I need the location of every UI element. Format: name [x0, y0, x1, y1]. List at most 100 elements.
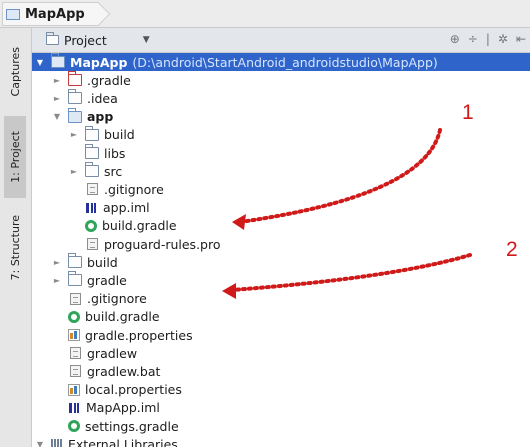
- iml-icon: [68, 402, 81, 414]
- tree-item-label: libs: [104, 145, 126, 161]
- tab-captures-label: Captures: [8, 47, 22, 97]
- project-panel-header: Project ▼ ⊕ ÷ | ✲ ⇤: [32, 28, 530, 53]
- tool-window-strip: Captures 1: Project 7: Structure: [0, 28, 32, 447]
- tree-row[interactable]: libs: [32, 144, 530, 162]
- tree-item-label: proguard-rules.pro: [104, 236, 221, 252]
- tree-item-label: gradlew: [87, 345, 138, 361]
- tree-row[interactable]: local.properties: [32, 381, 530, 399]
- folder-icon: [67, 253, 82, 269]
- tree-row[interactable]: proguard-rules.pro: [32, 235, 530, 253]
- folder-icon: [67, 89, 82, 105]
- collapse-arrow-icon[interactable]: ►: [69, 130, 79, 139]
- tree-item-label: app: [87, 109, 114, 125]
- separator-icon: |: [485, 32, 490, 46]
- tree-item-label: .gitignore: [104, 181, 164, 197]
- tree-row[interactable]: MapApp.iml: [32, 399, 530, 417]
- tree-item-label: .gradle: [87, 72, 131, 88]
- chevron-down-icon: ▼: [142, 35, 150, 45]
- expand-arrow-icon[interactable]: ▼: [52, 112, 62, 121]
- tree-row[interactable]: ► .idea: [32, 89, 530, 107]
- tree-item-label: .idea: [87, 90, 118, 106]
- tree-row[interactable]: ▼ MapApp (D:\android\StartAndroid_androids…: [32, 53, 530, 71]
- annotation-label-2: 2: [506, 238, 518, 261]
- file-icon: [70, 365, 81, 378]
- collapse-arrow-icon[interactable]: ►: [52, 76, 62, 85]
- project-view-icon: [45, 32, 59, 45]
- tree-item-label: settings.gradle: [85, 418, 179, 434]
- tab-structure-label: 7: Structure: [8, 215, 22, 281]
- iml-icon: [85, 202, 98, 214]
- tree-row[interactable]: build.gradle: [32, 308, 530, 326]
- view-selector-label: Project: [64, 32, 107, 48]
- project-path-label: (D:\android\StartAndroid_androidstudio\M…: [132, 54, 438, 70]
- tree-row[interactable]: ► .gradle: [32, 71, 530, 89]
- scroll-from-source-icon[interactable]: ⊕: [450, 32, 460, 46]
- hide-icon[interactable]: ⇤: [516, 32, 526, 46]
- gear-icon[interactable]: ✲: [498, 32, 508, 46]
- tree-row[interactable]: gradlew.bat: [32, 362, 530, 380]
- tree-item-label: build.gradle: [85, 309, 160, 325]
- tree-item-label: build: [104, 127, 135, 143]
- module-folder-icon: [6, 8, 20, 20]
- tree-item-label: local.properties: [85, 382, 182, 398]
- breadcrumb-label: MapApp: [25, 6, 85, 22]
- tree-row[interactable]: ► src: [32, 162, 530, 180]
- tree-item-label: gradle.properties: [85, 327, 193, 343]
- tree-item-label: build.gradle: [102, 218, 177, 234]
- tree-row[interactable]: gradlew: [32, 344, 530, 362]
- tree-item-label: .gitignore: [87, 291, 147, 307]
- breadcrumb-project[interactable]: MapApp: [2, 2, 99, 26]
- navigation-bar: MapApp: [0, 0, 530, 28]
- file-icon: [70, 347, 81, 360]
- module-folder-icon: [67, 107, 82, 123]
- props-icon: [68, 329, 80, 341]
- folder-red-icon: [67, 71, 82, 87]
- tree-row[interactable]: ▼ app: [32, 107, 530, 126]
- tree-item-label: build: [87, 254, 118, 270]
- panel-toolbar: ⊕ ÷ | ✲ ⇤: [450, 32, 526, 46]
- gradle-icon: [68, 310, 80, 323]
- tab-project[interactable]: 1: Project: [4, 116, 26, 198]
- tree-item-label: MapApp.iml: [86, 400, 160, 416]
- tree-row[interactable]: gradle.properties: [32, 326, 530, 344]
- project-tree: ▼ MapApp (D:\android\StartAndroid_androids…: [32, 53, 530, 447]
- tree-row[interactable]: .gitignore: [32, 180, 530, 198]
- tree-item-label: External Libraries: [68, 436, 178, 447]
- props-icon: [68, 383, 80, 396]
- collapse-all-icon[interactable]: ÷: [468, 32, 478, 46]
- gradle-icon: [85, 219, 97, 232]
- tree-row[interactable]: ▼ External Libraries: [32, 435, 530, 447]
- file-icon: [70, 292, 81, 305]
- tree-item-label: src: [104, 163, 123, 179]
- gradle-icon: [68, 420, 80, 432]
- tab-captures[interactable]: Captures: [4, 34, 26, 110]
- expand-arrow-icon[interactable]: ▼: [35, 440, 45, 447]
- tree-row[interactable]: .gitignore: [32, 290, 530, 308]
- tree-row[interactable]: ► gradle: [32, 271, 530, 289]
- collapse-arrow-icon[interactable]: ►: [69, 167, 79, 176]
- tree-row[interactable]: app.iml: [32, 199, 530, 217]
- folder-icon: [67, 271, 82, 287]
- collapse-arrow-icon[interactable]: ►: [52, 258, 62, 267]
- collapse-arrow-icon[interactable]: ►: [52, 276, 62, 285]
- libs-icon: [51, 438, 63, 447]
- tree-row[interactable]: ► build: [32, 125, 530, 144]
- tree-item-label: gradlew.bat: [87, 363, 161, 379]
- folder-icon: [84, 125, 99, 141]
- tree-item-label: MapApp: [70, 54, 128, 70]
- collapse-arrow-icon[interactable]: ►: [52, 94, 62, 103]
- file-icon: [87, 238, 98, 250]
- tree-item-label: gradle: [87, 272, 127, 288]
- tree-row[interactable]: ► build: [32, 253, 530, 271]
- view-selector-dropdown[interactable]: Project ▼: [42, 32, 154, 49]
- tab-structure[interactable]: 7: Structure: [4, 204, 26, 292]
- tree-row[interactable]: build.gradle: [32, 217, 530, 235]
- folder-icon: [84, 162, 99, 178]
- module-folder-icon: [50, 53, 65, 68]
- folder-icon: [84, 144, 99, 159]
- file-icon: [87, 183, 98, 196]
- annotation-label-1: 1: [462, 101, 474, 124]
- expand-arrow-icon[interactable]: ▼: [35, 58, 45, 67]
- tree-row[interactable]: settings.gradle: [32, 417, 530, 435]
- tab-project-label: 1: Project: [8, 131, 22, 183]
